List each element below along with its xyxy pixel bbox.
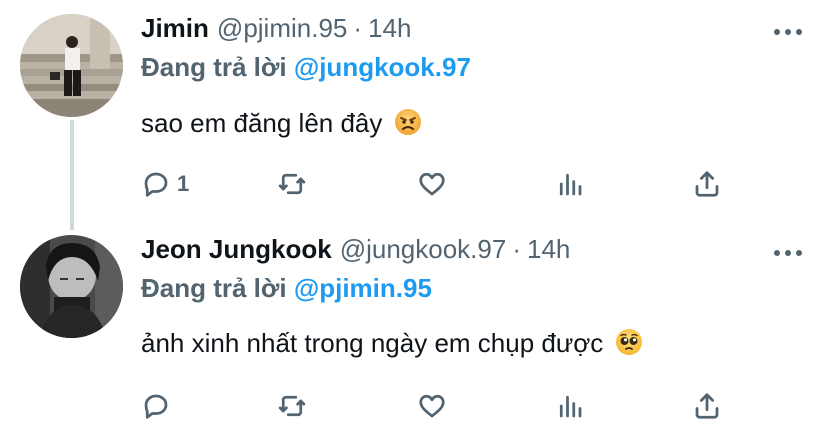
replying-to-line: Đang trả lời @jungkook.97 [141, 52, 471, 83]
replying-to-line: Đang trả lời @pjimin.95 [141, 273, 432, 304]
user-handle[interactable]: @pjimin.95 [217, 13, 347, 44]
more-icon[interactable] [774, 250, 802, 256]
separator-dot: · [512, 234, 521, 264]
tweet-text: sao em đăng lên đây [141, 108, 422, 143]
share-icon [695, 171, 719, 197]
reply-button[interactable] [141, 389, 177, 423]
retweet-button[interactable] [277, 167, 307, 201]
pleading-face-icon [615, 328, 643, 363]
tweet-jungkook[interactable]: Jeon Jungkook @jungkook.97 · 14h Đang tr… [0, 222, 828, 431]
retweet-button[interactable] [277, 389, 307, 423]
share-icon [695, 393, 719, 419]
analytics-icon [559, 395, 582, 418]
tweet-actions: 1 [141, 167, 741, 201]
mention-link[interactable]: @jungkook.97 [294, 52, 471, 82]
like-icon [419, 172, 445, 196]
timestamp[interactable]: 14h [527, 234, 570, 265]
tweet-header: Jeon Jungkook @jungkook.97 · 14h [141, 234, 570, 270]
analytics-icon [559, 173, 582, 196]
like-button[interactable] [417, 167, 447, 201]
tweet-text: ảnh xinh nhất trong ngày em chụp được [141, 328, 643, 363]
replying-prefix: Đang trả lời [141, 52, 287, 82]
tweet-text-content: ảnh xinh nhất trong ngày em chụp được [141, 328, 604, 358]
mention-link[interactable]: @pjimin.95 [294, 273, 432, 303]
tweet-jimin[interactable]: Jimin @pjimin.95 · 14h Đang trả lời @jun… [0, 0, 828, 230]
avatar[interactable] [20, 235, 123, 338]
replying-prefix: Đang trả lời [141, 273, 287, 303]
like-icon [419, 394, 445, 418]
user-handle[interactable]: @jungkook.97 [340, 234, 507, 265]
reply-count: 1 [177, 171, 190, 196]
share-button[interactable] [692, 167, 722, 201]
timestamp[interactable]: 14h [368, 13, 411, 44]
analytics-button[interactable] [555, 167, 585, 201]
share-button[interactable] [692, 389, 722, 423]
tweet-text-content: sao em đăng lên đây [141, 108, 383, 138]
thread-connector-line [70, 120, 74, 230]
tweet-header: Jimin @pjimin.95 · 14h [141, 13, 411, 49]
reply-button[interactable]: 1 [141, 167, 189, 201]
retweet-icon [278, 395, 306, 417]
reply-icon [144, 172, 168, 197]
retweet-icon [278, 173, 306, 195]
separator-dot: · [353, 13, 363, 43]
avatar[interactable] [20, 14, 123, 117]
reply-icon [144, 394, 168, 419]
display-name[interactable]: Jimin [141, 13, 209, 44]
more-icon[interactable] [774, 29, 802, 35]
angry-face-icon [394, 108, 422, 143]
like-button[interactable] [417, 389, 447, 423]
tweet-actions [141, 389, 741, 423]
display-name[interactable]: Jeon Jungkook [141, 234, 332, 265]
analytics-button[interactable] [555, 389, 585, 423]
